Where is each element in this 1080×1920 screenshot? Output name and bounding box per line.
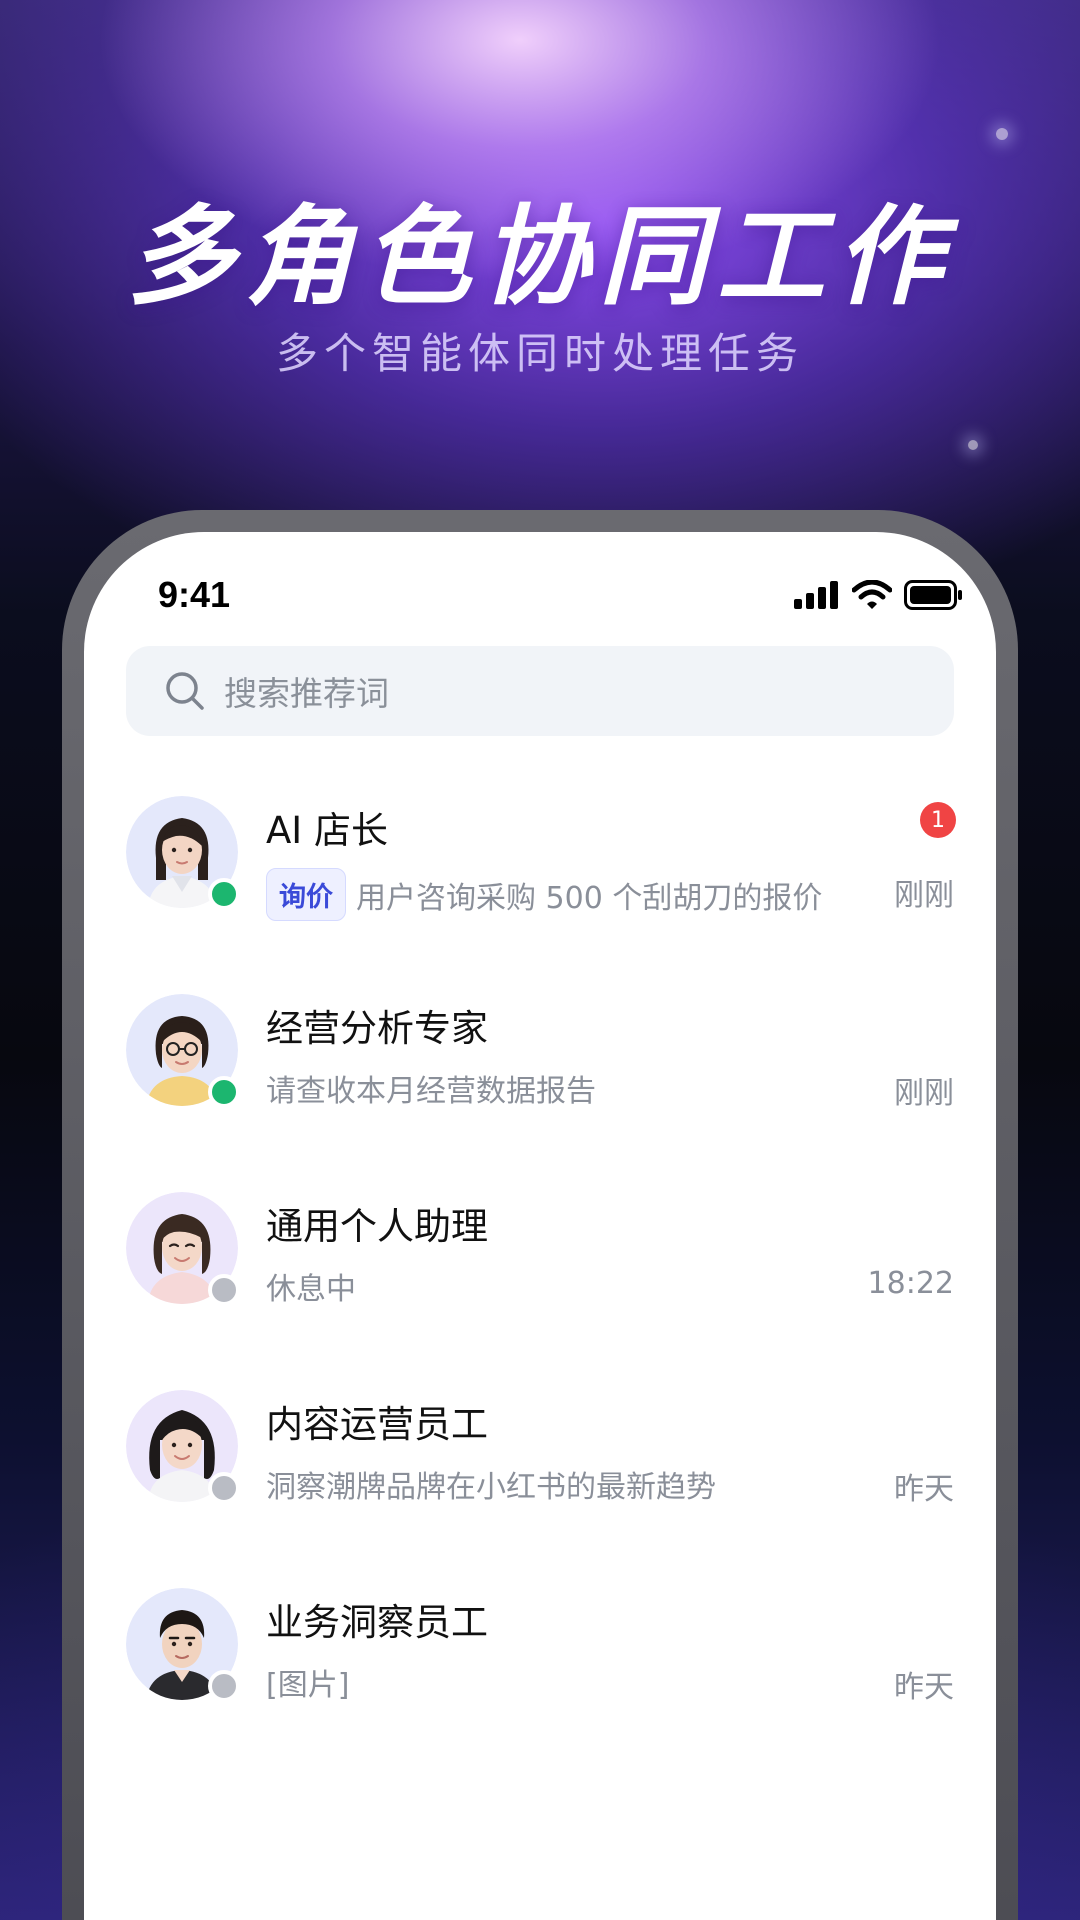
hero-title: 多角色协同工作 [126,195,953,320]
avatar-wrap [126,1192,240,1306]
offline-status-dot [208,1670,240,1702]
online-status-dot [208,1076,240,1108]
search-bar[interactable]: 搜索推荐词 [126,646,954,736]
chat-time: 18:22 [867,1266,954,1301]
unread-badge: 1 [920,802,956,838]
avatar-wrap [126,796,240,910]
avatar-wrap [126,994,240,1108]
offline-status-dot [208,1472,240,1504]
status-bar: 9:41 [84,552,996,632]
status-icons [794,579,964,614]
hero-subtitle: 多个智能体同时处理任务 [275,329,804,378]
avatar-wrap [126,1588,240,1702]
chat-name: 经营分析专家 [266,1007,488,1050]
chat-preview-text: 洞察潮牌品牌在小红书的最新趋势 [266,1470,716,1505]
chat-preview: 请查收本月经营数据报告 [266,1066,596,1110]
chat-item-business-analyst[interactable]: 经营分析专家 请查收本月经营数据报告 刚刚 [84,994,996,1192]
chat-name: 通用个人助理 [266,1205,488,1248]
chat-item-content-operator[interactable]: 内容运营员工 洞察潮牌品牌在小红书的最新趋势 昨天 [84,1390,996,1588]
chat-name: 内容运营员工 [266,1403,488,1446]
promo-page: 多角色协同工作 多个智能体同时处理任务 9:41 搜索推荐词 AI 店长 1 询… [0,0,1080,1920]
chat-item-business-insight[interactable]: 业务洞察员工 [图片] 昨天 [84,1588,996,1786]
chat-time: 刚刚 [894,1076,954,1111]
online-status-dot [208,878,240,910]
chat-preview: [图片] [266,1660,349,1704]
chat-list: AI 店长 1 询价 用户咨询采购 500 个刮胡刀的报价 刚刚 经营分析专家 … [84,796,996,1786]
sparkle-decoration [996,128,1008,140]
chat-item-ai-manager[interactable]: AI 店长 1 询价 用户咨询采购 500 个刮胡刀的报价 刚刚 [84,796,996,994]
chat-name: 业务洞察员工 [266,1601,488,1644]
chat-preview: 洞察潮牌品牌在小红书的最新趋势 [266,1462,716,1506]
search-placeholder[interactable]: 搜索推荐词 [224,667,389,715]
chat-preview-text: [图片] [266,1668,350,1703]
chat-time: 昨天 [894,1670,954,1705]
chat-preview: 休息中 [266,1264,356,1308]
chat-time: 刚刚 [894,878,954,913]
chat-preview-text: 休息中 [266,1272,356,1307]
chat-preview-text: 用户咨询采购 500 个刮胡刀的报价 [356,880,823,916]
chat-preview: 询价 用户咨询采购 500 个刮胡刀的报价 [266,868,822,921]
battery-icon [904,580,964,614]
phone-screen: 9:41 搜索推荐词 AI 店长 1 询价 用户咨询采购 500 个刮胡刀的报价… [84,532,996,1920]
wifi-icon [851,579,893,614]
chat-name: AI 店长 [266,809,388,852]
inquiry-tag: 询价 [266,868,346,921]
chat-preview-text: 请查收本月经营数据报告 [266,1074,596,1109]
status-time: 9:41 [158,574,231,615]
chat-item-personal-assistant[interactable]: 通用个人助理 休息中 18:22 [84,1192,996,1390]
sparkle-decoration [968,440,978,450]
search-icon [164,670,206,712]
chat-time: 昨天 [894,1472,954,1507]
offline-status-dot [208,1274,240,1306]
avatar-wrap [126,1390,240,1504]
signal-icon [794,581,840,613]
